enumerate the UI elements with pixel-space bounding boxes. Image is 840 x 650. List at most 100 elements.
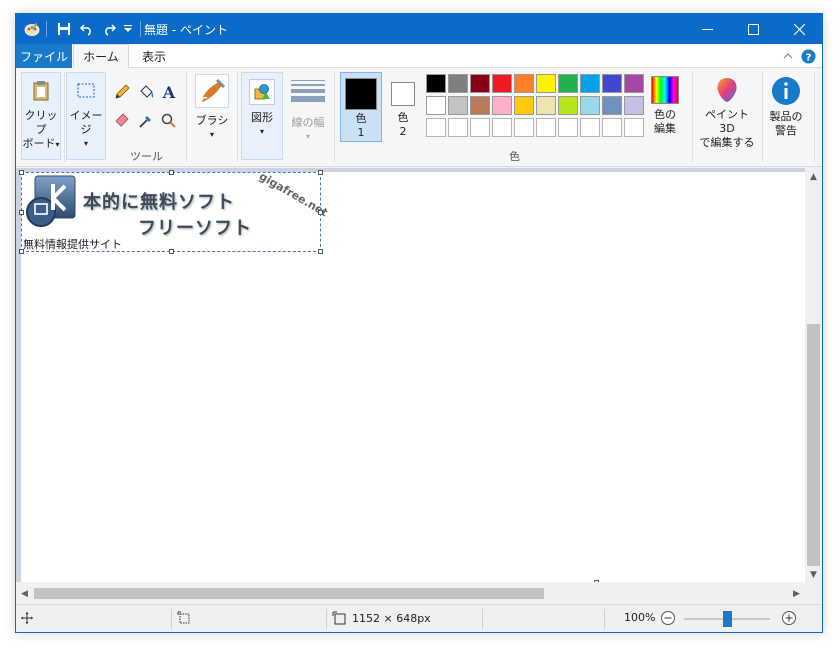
close-button[interactable] [776, 14, 822, 44]
palette-swatch[interactable] [624, 96, 644, 115]
minimize-icon [701, 28, 713, 30]
horizontal-scrollbar[interactable]: ◀ ▶ [16, 585, 805, 602]
palette-swatch[interactable] [624, 74, 644, 93]
clipboard-label-1: クリップ [24, 109, 58, 136]
selection-handle[interactable] [318, 170, 323, 175]
palette-custom-swatch[interactable] [514, 118, 534, 137]
image-label: イメージ [69, 109, 103, 136]
palette-swatch[interactable] [558, 96, 578, 115]
zoom-slider[interactable] [684, 611, 770, 627]
tab-home[interactable]: ホーム [73, 44, 129, 68]
size-button[interactable]: 線の幅 ▾ [286, 72, 330, 160]
palette-custom-swatch[interactable] [602, 118, 622, 137]
palette-custom-swatch[interactable] [536, 118, 556, 137]
palette-swatch[interactable] [426, 96, 446, 115]
collapse-ribbon-icon[interactable] [780, 48, 796, 64]
palette-swatch[interactable] [426, 74, 446, 93]
palette-swatch[interactable] [558, 74, 578, 93]
palette-swatch[interactable] [536, 96, 556, 115]
close-icon [793, 23, 805, 35]
product-alert-button[interactable]: 製品の 警告 [766, 72, 806, 142]
scroll-up-icon[interactable]: ▲ [805, 168, 822, 185]
palette-swatch[interactable] [492, 74, 512, 93]
palette-custom-swatch[interactable] [448, 118, 468, 137]
selection-handle[interactable] [19, 249, 24, 254]
selection-handle[interactable] [19, 210, 24, 215]
eraser-icon[interactable] [112, 111, 132, 131]
selection-handle[interactable] [169, 249, 174, 254]
svg-text:?: ? [805, 52, 811, 63]
clipboard-button[interactable]: クリップ ボード▾ [21, 72, 61, 160]
palette-swatch[interactable] [536, 74, 556, 93]
minimize-button[interactable] [684, 14, 730, 44]
tab-file[interactable]: ファイル [16, 44, 72, 68]
color1-label-2: 1 [357, 126, 365, 139]
ribbon-tab-bar: ファイル ホーム 表示 ? [16, 44, 822, 68]
clipboard-dropdown-icon: ▾ [55, 140, 60, 149]
color-picker-icon[interactable] [136, 111, 156, 131]
scroll-left-icon[interactable]: ◀ [16, 585, 33, 602]
edit-colors-label-2: 編集 [654, 122, 676, 135]
palette-swatch[interactable] [580, 96, 600, 115]
color2-label-1: 色 [397, 111, 409, 124]
scroll-down-icon[interactable]: ▼ [805, 566, 822, 583]
shapes-icon [249, 79, 275, 105]
palette-swatch[interactable] [580, 74, 600, 93]
palette-swatch[interactable] [492, 96, 512, 115]
selection-rectangle[interactable] [19, 170, 323, 254]
image-button[interactable]: イメージ ▾ [66, 72, 106, 160]
canvas-dimensions: 1152 × 648px [352, 611, 431, 625]
selection-handle[interactable] [318, 249, 323, 254]
save-icon[interactable] [55, 20, 73, 38]
color2-button[interactable]: 色 2 [386, 72, 420, 142]
size-label: 線の幅 [291, 116, 325, 129]
palette-custom-swatch[interactable] [558, 118, 578, 137]
brush-button[interactable]: ブラシ ▾ [190, 72, 234, 160]
tab-view[interactable]: 表示 [131, 44, 177, 68]
selection-handle[interactable] [318, 210, 323, 215]
color1-button[interactable]: 色 1 [340, 72, 382, 142]
text-icon[interactable]: A [159, 82, 179, 102]
palette-custom-swatch[interactable] [624, 118, 644, 137]
magnifier-icon[interactable] [159, 111, 179, 131]
edit-colors-button[interactable]: 色の 編集 [646, 72, 684, 142]
palette-custom-swatch[interactable] [580, 118, 600, 137]
palette-swatch[interactable] [470, 74, 490, 93]
undo-icon[interactable] [78, 20, 96, 38]
color1-label-1: 色 [355, 112, 367, 125]
cursor-position-icon [20, 611, 34, 625]
fill-icon[interactable] [136, 82, 156, 102]
shapes-label: 図形 [251, 111, 273, 124]
zoom-out-icon[interactable] [660, 610, 676, 626]
palette-swatch[interactable] [448, 96, 468, 115]
paint-app-icon[interactable] [22, 20, 42, 38]
horizontal-scroll-thumb[interactable] [34, 588, 544, 599]
selection-handle[interactable] [169, 170, 174, 175]
paint-window: 無題 - ペイント ファイル ホーム 表示 ? クリップ ボード▾ イメージ ▾… [15, 13, 823, 633]
customize-quick-access-icon[interactable] [121, 20, 135, 38]
scroll-right-icon[interactable]: ▶ [788, 585, 805, 602]
pencil-icon[interactable] [112, 82, 132, 102]
shapes-button[interactable]: 図形 ▾ [241, 72, 283, 160]
zoom-slider-thumb[interactable] [723, 611, 732, 627]
canvas-resize-handle[interactable] [594, 580, 599, 582]
selection-handle[interactable] [19, 170, 24, 175]
help-icon[interactable]: ? [800, 48, 816, 64]
palette-custom-swatch[interactable] [426, 118, 446, 137]
zoom-in-icon[interactable] [781, 610, 797, 626]
product-alert-label-2: 警告 [775, 124, 797, 137]
palette-swatch[interactable] [514, 96, 534, 115]
canvas-area: 本的に無料ソフト フリーソフト gigafree.net 無料情報提供サイト [16, 168, 805, 582]
paint3d-button[interactable]: ペイント 3D で編集する [696, 72, 758, 149]
palette-swatch[interactable] [448, 74, 468, 93]
palette-swatch[interactable] [514, 74, 534, 93]
redo-icon[interactable] [100, 20, 118, 38]
vertical-scroll-thumb[interactable] [807, 324, 820, 566]
vertical-scrollbar[interactable]: ▲ ▼ [805, 168, 822, 583]
palette-custom-swatch[interactable] [492, 118, 512, 137]
maximize-button[interactable] [730, 14, 776, 44]
palette-swatch[interactable] [470, 96, 490, 115]
palette-swatch[interactable] [602, 74, 622, 93]
palette-swatch[interactable] [602, 96, 622, 115]
palette-custom-swatch[interactable] [470, 118, 490, 137]
